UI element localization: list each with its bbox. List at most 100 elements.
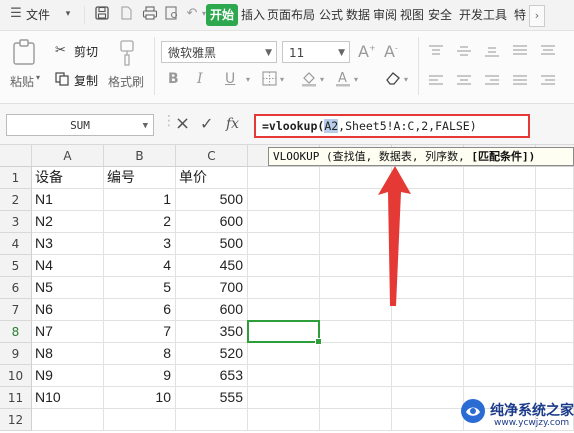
selected-cell-d8[interactable] [247,320,322,345]
paste-icon[interactable] [12,39,36,69]
cell-c[interactable]: 600 [176,211,248,233]
tab-review[interactable]: 审阅 [373,6,397,24]
empty-cell[interactable] [464,299,536,321]
cell-a[interactable]: N5 [32,277,104,299]
confirm-formula-button[interactable]: ✓ [200,113,213,135]
empty-cell[interactable] [248,299,320,321]
cell-a[interactable]: N9 [32,365,104,387]
cell-c[interactable]: 520 [176,343,248,365]
name-box[interactable]: SUM ▼ [6,114,154,136]
cell-c[interactable]: 555 [176,387,248,409]
borders-icon[interactable] [262,71,277,90]
column-header-c[interactable]: C [176,145,248,167]
row-header[interactable]: 7 [0,299,32,321]
row-header[interactable]: 5 [0,255,32,277]
cell-b[interactable]: 2 [104,211,176,233]
cell-a[interactable]: N2 [32,211,104,233]
cell-a[interactable] [32,409,104,431]
row-header[interactable]: 8 [0,321,32,343]
print-icon[interactable] [142,6,158,22]
cell-b[interactable]: 10 [104,387,176,409]
empty-cell[interactable] [464,277,536,299]
print-preview-icon[interactable] [164,6,180,22]
paste-chevron-icon[interactable]: ▾ [36,73,40,82]
italic-button[interactable]: I [197,71,203,87]
cell-b[interactable]: 1 [104,189,176,211]
underline-chevron-icon[interactable]: ▾ [246,75,250,84]
cut-button[interactable]: 剪切 [74,43,98,60]
cell-b[interactable]: 8 [104,343,176,365]
row-header[interactable]: 3 [0,211,32,233]
empty-cell[interactable] [248,233,320,255]
insert-function-button[interactable]: fx [226,114,239,134]
cell-b[interactable]: 6 [104,299,176,321]
distribute-icon[interactable] [540,43,556,62]
empty-cell[interactable] [392,343,464,365]
fill-handle[interactable] [315,338,322,345]
tab-page-layout[interactable]: 页面布局 [267,6,315,24]
empty-cell[interactable] [536,321,574,343]
empty-cell[interactable] [248,167,320,189]
empty-cell[interactable] [464,233,536,255]
column-header-b[interactable]: B [104,145,176,167]
tab-special[interactable]: 特 [514,6,526,24]
empty-cell[interactable] [248,365,320,387]
font-name-select[interactable]: 微软雅黑 ▼ [161,41,277,63]
hamburger-menu-icon[interactable]: ☰ [8,6,24,22]
indent-icon[interactable] [540,73,556,92]
empty-cell[interactable] [536,233,574,255]
format-painter-label[interactable]: 格式刷 [108,73,144,90]
empty-cell[interactable] [320,343,392,365]
cell-c[interactable] [176,409,248,431]
cell-a[interactable]: N3 [32,233,104,255]
cell-c[interactable]: 单价 [176,167,248,189]
fill-color-icon[interactable] [300,69,318,91]
row-header[interactable]: 6 [0,277,32,299]
empty-cell[interactable] [320,387,392,409]
cell-a[interactable]: N4 [32,255,104,277]
align-top-icon[interactable] [428,43,444,62]
paste-label[interactable]: 粘贴 [10,73,34,90]
save-icon[interactable] [94,6,110,22]
empty-cell[interactable] [464,343,536,365]
empty-cell[interactable] [536,299,574,321]
format-painter-icon[interactable] [116,39,138,71]
formula-input[interactable]: =vlookup(A2,Sheet5!A:C,2,FALSE) [254,114,530,138]
align-right-icon[interactable] [484,73,500,92]
borders-chevron-icon[interactable]: ▾ [280,75,284,84]
cell-c[interactable]: 500 [176,189,248,211]
cell-c[interactable]: 700 [176,277,248,299]
tab-developer[interactable]: 开发工具 [459,6,507,24]
empty-cell[interactable] [536,343,574,365]
empty-cell[interactable] [464,255,536,277]
cell-c[interactable]: 653 [176,365,248,387]
cell-b[interactable]: 7 [104,321,176,343]
align-middle-icon[interactable] [456,43,472,62]
spreadsheet-grid[interactable]: A B C 1 设备 编号 单价 2 N1 1 500 3 N2 2 600 4 N3 3 500 5 N4 4 45… [0,145,574,433]
empty-cell[interactable] [320,365,392,387]
align-center-icon[interactable] [456,73,472,92]
cell-a[interactable]: N1 [32,189,104,211]
fill-chevron-icon[interactable]: ▾ [320,75,324,84]
copy-icon[interactable] [55,71,69,90]
cancel-formula-button[interactable]: × [175,113,190,135]
tab-insert[interactable]: 插入 [241,6,265,24]
copy-button[interactable]: 复制 [74,72,98,89]
cell-b[interactable]: 4 [104,255,176,277]
empty-cell[interactable] [248,409,320,431]
cell-c[interactable]: 500 [176,233,248,255]
empty-cell[interactable] [392,409,464,431]
tab-security[interactable]: 安全 [428,6,452,24]
cell-a[interactable]: N8 [32,343,104,365]
empty-cell[interactable] [320,321,392,343]
empty-cell[interactable] [464,365,536,387]
increase-font-icon[interactable]: A+ [358,42,376,61]
export-pdf-icon[interactable] [118,6,134,22]
align-left-icon[interactable] [428,73,444,92]
cell-a[interactable]: N6 [32,299,104,321]
empty-cell[interactable] [536,365,574,387]
more-tabs-button[interactable]: › [529,5,545,27]
cell-b[interactable]: 5 [104,277,176,299]
select-all-corner[interactable] [0,145,32,167]
cell-b[interactable]: 9 [104,365,176,387]
